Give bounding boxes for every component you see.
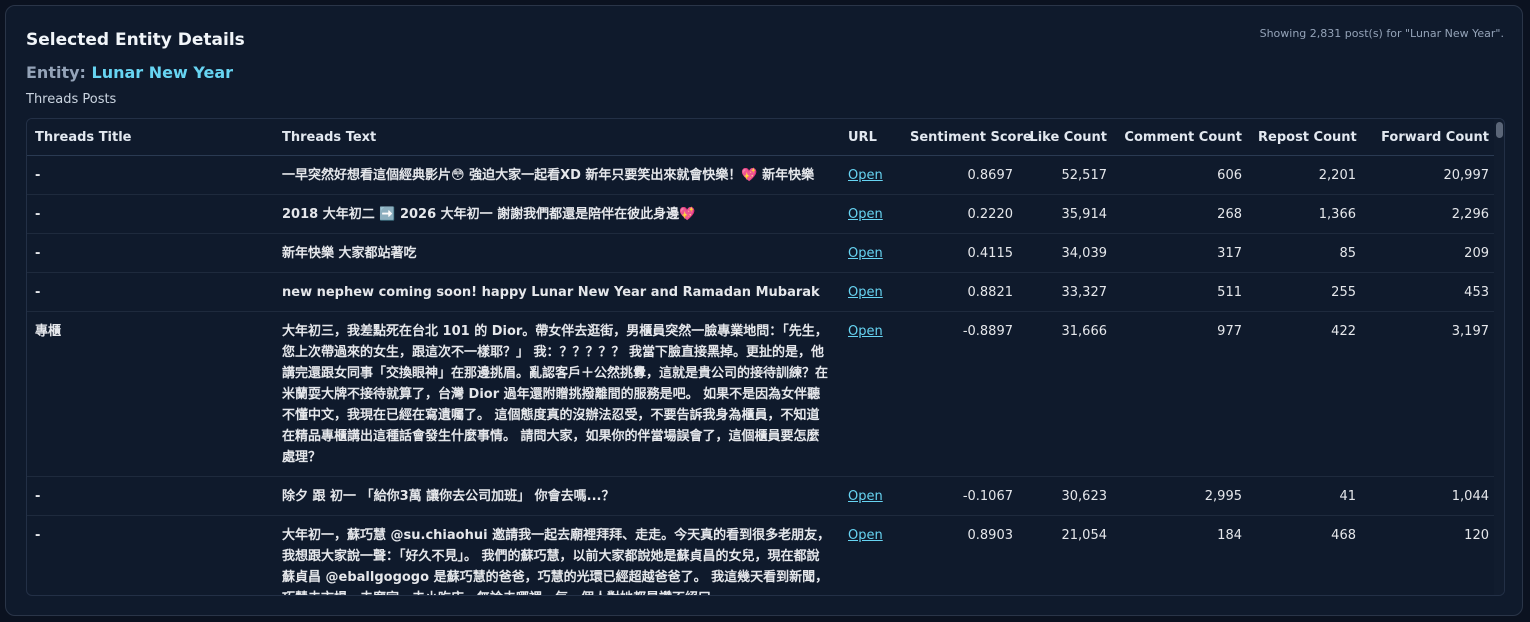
- post-url-cell: Open: [840, 476, 902, 516]
- sentiment-score: 0.2220: [902, 194, 1021, 234]
- post-title: 專櫃: [27, 311, 274, 477]
- post-url-cell: Open: [840, 233, 902, 273]
- post-title: -: [27, 476, 274, 516]
- forward-count: 2,296: [1364, 194, 1497, 234]
- forward-count: 120: [1364, 515, 1497, 595]
- sentiment-score: -0.8897: [902, 311, 1021, 477]
- results-count-text: Showing 2,831 post(s) for "Lunar New Yea…: [1259, 27, 1504, 40]
- table-row: - 一早突然好想看這個經典影片😳 強迫大家一起看XD 新年只要笑出來就會快樂！💖…: [27, 155, 1497, 195]
- comment-count: 184: [1115, 515, 1250, 595]
- forward-count: 209: [1364, 233, 1497, 273]
- post-url-cell: Open: [840, 155, 902, 195]
- table-row: - 新年快樂 大家都站著吃 Open 0.4115 34,039 317 85 …: [27, 233, 1497, 273]
- posts-table-container[interactable]: Threads Title Threads Text URL Sentiment…: [26, 118, 1505, 596]
- column-header-forwards[interactable]: Forward Count: [1364, 119, 1497, 156]
- column-header-url[interactable]: URL: [840, 119, 902, 156]
- entity-name: Lunar New Year: [91, 63, 233, 82]
- post-text: 一早突然好想看這個經典影片😳 強迫大家一起看XD 新年只要笑出來就會快樂！💖 新…: [274, 155, 840, 195]
- entity-details-panel: Selected Entity Details Showing 2,831 po…: [5, 5, 1523, 616]
- comment-count: 511: [1115, 272, 1250, 312]
- like-count: 52,517: [1021, 155, 1115, 195]
- column-header-text[interactable]: Threads Text: [274, 119, 840, 156]
- post-title: -: [27, 272, 274, 312]
- repost-count: 422: [1250, 311, 1364, 477]
- post-title: -: [27, 515, 274, 595]
- column-header-likes[interactable]: Like Count: [1021, 119, 1115, 156]
- sentiment-score: -0.1067: [902, 476, 1021, 516]
- table-row: - 除夕 跟 初一 「給你3萬 讓你去公司加班」 你會去嗎...？ Open -…: [27, 476, 1497, 516]
- like-count: 31,666: [1021, 311, 1115, 477]
- comment-count: 606: [1115, 155, 1250, 195]
- open-link[interactable]: Open: [848, 528, 883, 543]
- forward-count: 453: [1364, 272, 1497, 312]
- panel-title: Selected Entity Details: [26, 30, 245, 50]
- repost-count: 41: [1250, 476, 1364, 516]
- repost-count: 85: [1250, 233, 1364, 273]
- like-count: 35,914: [1021, 194, 1115, 234]
- like-count: 34,039: [1021, 233, 1115, 273]
- column-header-sentiment[interactable]: Sentiment Score: [902, 119, 1032, 156]
- comment-count: 977: [1115, 311, 1250, 477]
- open-link[interactable]: Open: [848, 489, 883, 504]
- open-link[interactable]: Open: [848, 324, 883, 339]
- forward-count: 20,997: [1364, 155, 1497, 195]
- post-url-cell: Open: [840, 311, 902, 477]
- section-label: Threads Posts: [26, 92, 117, 107]
- like-count: 33,327: [1021, 272, 1115, 312]
- repost-count: 468: [1250, 515, 1364, 595]
- post-text: 大年初三，我差點死在台北 101 的 Dior。帶女伴去逛街，男櫃員突然一臉專業…: [274, 311, 840, 477]
- column-header-reposts[interactable]: Repost Count: [1250, 119, 1364, 156]
- column-header-comments[interactable]: Comment Count: [1115, 119, 1250, 156]
- post-text: new nephew coming soon! happy Lunar New …: [274, 272, 840, 312]
- like-count: 30,623: [1021, 476, 1115, 516]
- repost-count: 2,201: [1250, 155, 1364, 195]
- open-link[interactable]: Open: [848, 207, 883, 222]
- post-title: -: [27, 233, 274, 273]
- forward-count: 1,044: [1364, 476, 1497, 516]
- table-row: - 2018 大年初二 ➡️ 2026 大年初一 謝謝我們都還是陪伴在彼此身邊💖…: [27, 194, 1497, 234]
- entity-prefix: Entity:: [26, 63, 86, 82]
- sentiment-score: 0.4115: [902, 233, 1021, 273]
- post-text: 大年初一，蘇巧慧 @su.chiaohui 邀請我一起去廟裡拜拜、走走。今天真的…: [274, 515, 840, 595]
- open-link[interactable]: Open: [848, 285, 883, 300]
- entity-heading: Entity: Lunar New Year: [26, 63, 233, 82]
- comment-count: 317: [1115, 233, 1250, 273]
- post-title: -: [27, 194, 274, 234]
- sentiment-score: 0.8821: [902, 272, 1021, 312]
- open-link[interactable]: Open: [848, 168, 883, 183]
- table-scrollbar[interactable]: [1494, 119, 1504, 595]
- table-row: 專櫃 大年初三，我差點死在台北 101 的 Dior。帶女伴去逛街，男櫃員突然一…: [27, 311, 1497, 477]
- table-header-row: Threads Title Threads Text URL Sentiment…: [27, 119, 1497, 156]
- post-title: -: [27, 155, 274, 195]
- sentiment-score: 0.8697: [902, 155, 1021, 195]
- post-url-cell: Open: [840, 272, 902, 312]
- scrollbar-thumb[interactable]: [1496, 122, 1503, 138]
- sentiment-score: 0.8903: [902, 515, 1021, 595]
- comment-count: 268: [1115, 194, 1250, 234]
- repost-count: 255: [1250, 272, 1364, 312]
- post-text: 除夕 跟 初一 「給你3萬 讓你去公司加班」 你會去嗎...？: [274, 476, 840, 516]
- repost-count: 1,366: [1250, 194, 1364, 234]
- post-url-cell: Open: [840, 194, 902, 234]
- open-link[interactable]: Open: [848, 246, 883, 261]
- forward-count: 3,197: [1364, 311, 1497, 477]
- column-header-title[interactable]: Threads Title: [27, 119, 274, 156]
- post-url-cell: Open: [840, 515, 902, 595]
- comment-count: 2,995: [1115, 476, 1250, 516]
- posts-table: Threads Title Threads Text URL Sentiment…: [27, 119, 1497, 595]
- post-text: 2018 大年初二 ➡️ 2026 大年初一 謝謝我們都還是陪伴在彼此身邊💖: [274, 194, 840, 234]
- table-row: - new nephew coming soon! happy Lunar Ne…: [27, 272, 1497, 312]
- post-text: 新年快樂 大家都站著吃: [274, 233, 840, 273]
- like-count: 21,054: [1021, 515, 1115, 595]
- table-row: - 大年初一，蘇巧慧 @su.chiaohui 邀請我一起去廟裡拜拜、走走。今天…: [27, 515, 1497, 595]
